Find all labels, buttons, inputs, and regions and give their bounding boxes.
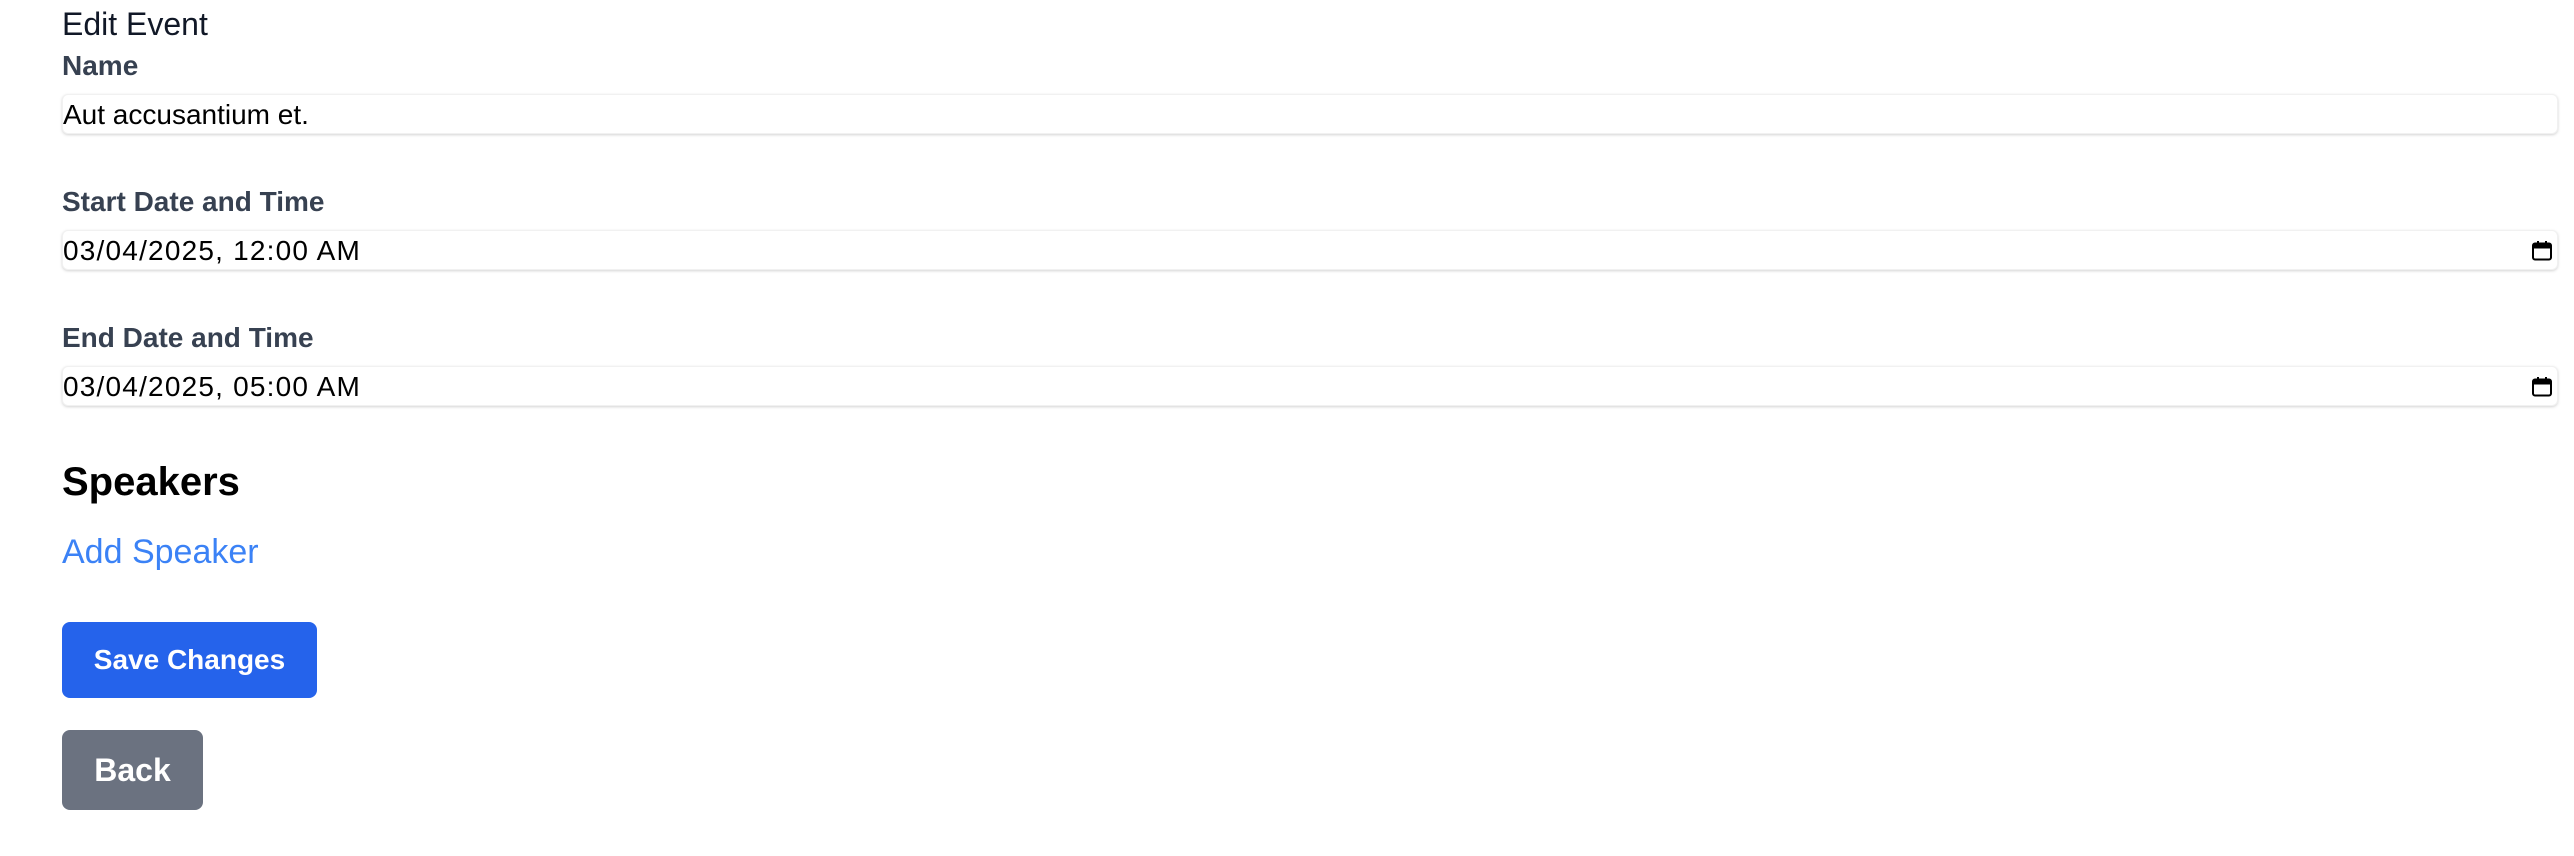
end-datetime-label: End Date and Time	[62, 322, 314, 353]
end-datetime-input[interactable]: 03/04/2025, 05:00 AM	[62, 366, 2558, 406]
name-input-value: Aut accusantium et.	[63, 99, 309, 130]
start-datetime-input[interactable]: 03/04/2025, 12:00 AM	[62, 230, 2558, 270]
page-title: Edit Event	[62, 6, 208, 42]
back-button[interactable]: Back	[62, 730, 203, 810]
start-datetime-value: 03/04/2025, 12:00 AM	[63, 235, 361, 266]
calendar-icon[interactable]	[2531, 240, 2553, 262]
save-changes-button[interactable]: Save Changes	[62, 622, 317, 698]
name-input[interactable]: Aut accusantium et.	[62, 94, 2558, 134]
add-speaker-link[interactable]: Add Speaker	[62, 530, 259, 574]
speakers-heading: Speakers	[62, 460, 240, 504]
calendar-icon[interactable]	[2531, 376, 2553, 398]
end-datetime-value: 03/04/2025, 05:00 AM	[63, 371, 361, 402]
start-datetime-label: Start Date and Time	[62, 186, 325, 217]
name-label: Name	[62, 50, 139, 81]
